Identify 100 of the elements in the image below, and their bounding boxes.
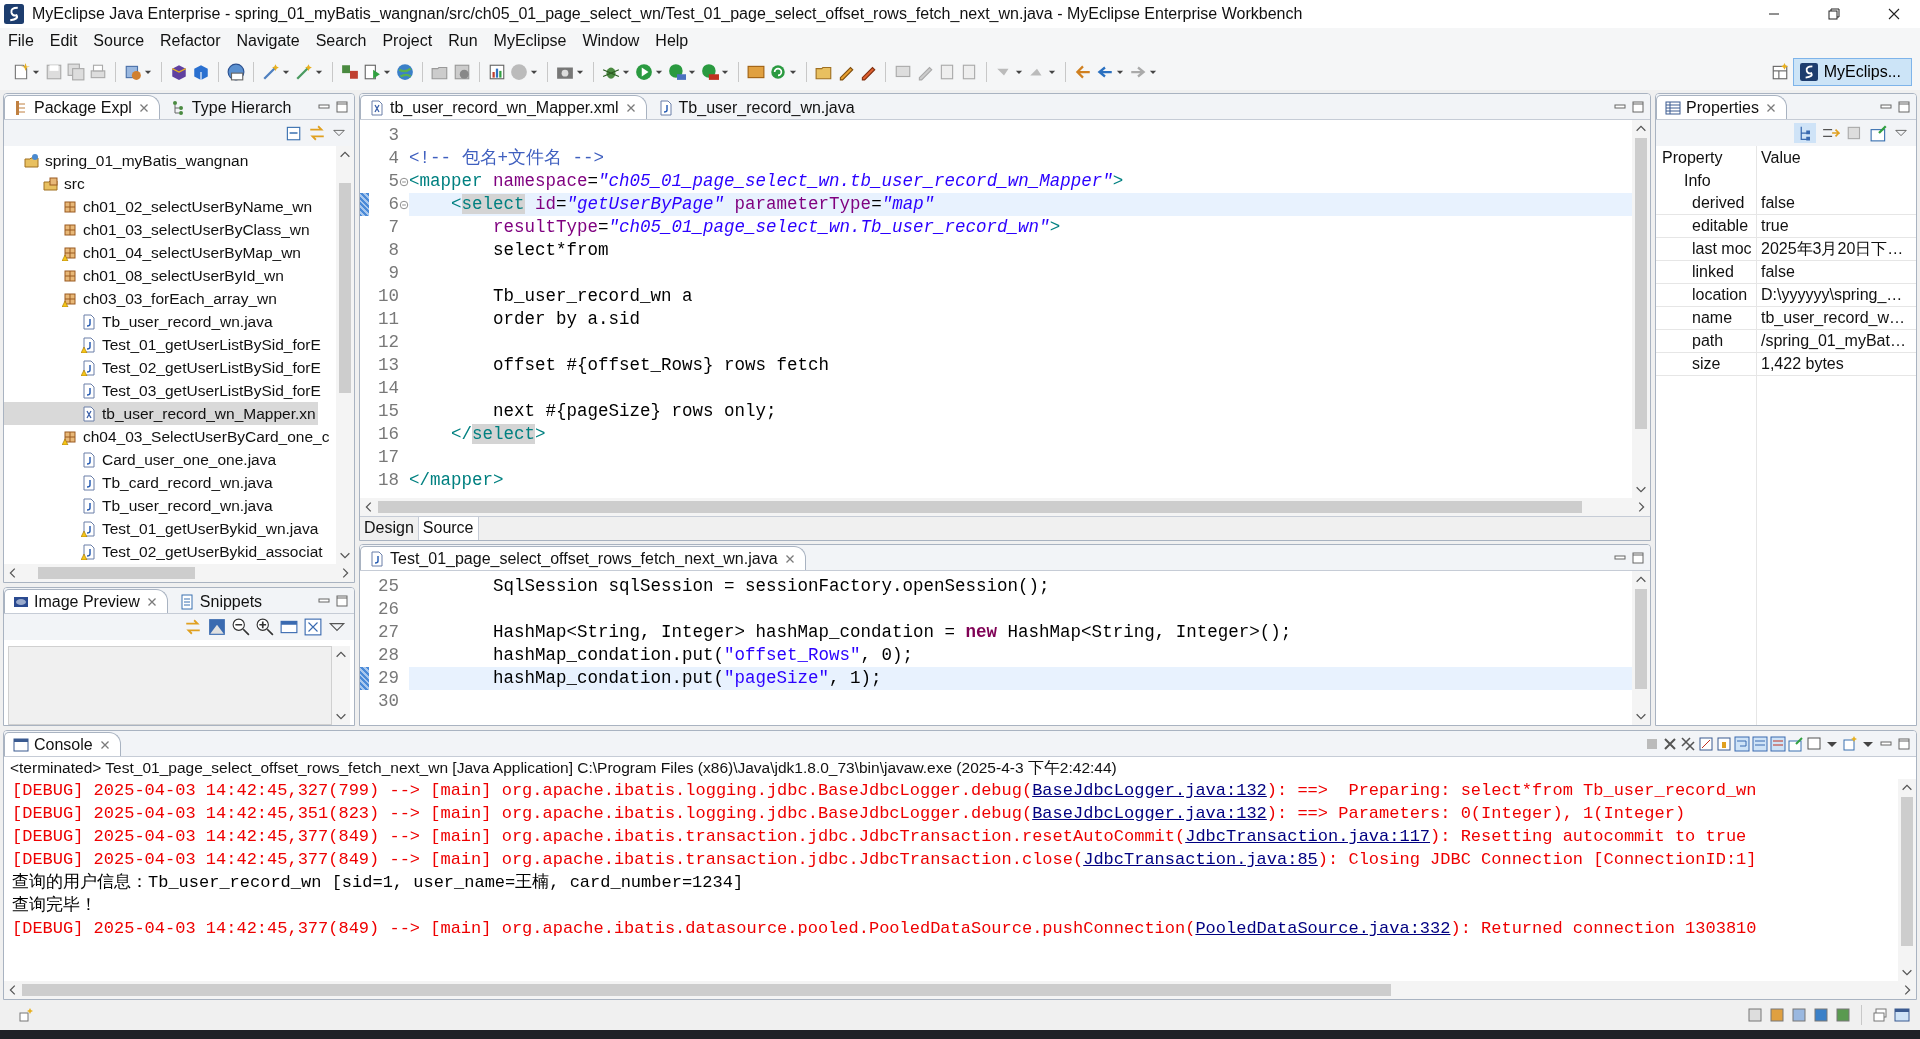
tab[interactable]: Image Preview <box>4 589 168 613</box>
clear-console-icon[interactable] <box>1698 735 1714 752</box>
horizontal-scrollbar[interactable] <box>4 564 354 582</box>
menu-item[interactable]: Refactor <box>160 32 221 50</box>
fit-icon[interactable] <box>304 618 322 636</box>
horizontal-scrollbar[interactable] <box>360 498 1650 516</box>
categories-icon[interactable] <box>1794 123 1816 143</box>
tree-item[interactable]: src <box>4 172 87 195</box>
maximize-icon[interactable] <box>1630 549 1646 566</box>
tree-item[interactable]: Tb_user_record_wn.java <box>4 494 275 517</box>
tree-item[interactable]: Tb_user_record_wn.java <box>4 310 275 333</box>
menu-item[interactable]: Search <box>315 32 367 50</box>
zoom-out-icon[interactable] <box>232 618 250 636</box>
vertical-scrollbar[interactable] <box>1898 779 1916 981</box>
deploy-run-icon[interactable] <box>363 63 381 81</box>
menu-item[interactable]: Edit <box>49 32 78 50</box>
wand-icon[interactable] <box>262 63 280 81</box>
source-link[interactable]: JdbcTransaction.java:117 <box>1185 827 1431 846</box>
tree-item[interactable]: Test_03_getUserListBySid_forE <box>4 379 323 402</box>
console-icon <box>13 736 29 753</box>
tab[interactable]: Snippets <box>169 589 272 613</box>
menu-item[interactable]: Window <box>582 32 640 50</box>
cube-icon[interactable] <box>170 63 188 81</box>
snippet-icon <box>178 593 195 610</box>
close-window-icon[interactable] <box>1886 6 1902 22</box>
pin-icon[interactable] <box>1870 124 1888 142</box>
back-arrow-icon[interactable] <box>1074 63 1092 81</box>
tree-item[interactable]: Card_user_one_one.java <box>4 448 279 471</box>
tree-item[interactable]: ch01_04_selectUserByMap_wn <box>4 241 303 264</box>
actual-size-icon[interactable] <box>280 618 298 636</box>
print-icon[interactable] <box>89 63 107 81</box>
fold-icon[interactable] <box>399 199 409 210</box>
tree-item[interactable]: ch01_08_selectUserById_wn <box>4 264 286 287</box>
code-line: offset #{offset_Rows} rows fetch <box>492 354 831 377</box>
maximize-icon[interactable] <box>1896 735 1912 752</box>
tab[interactable]: Properties <box>1656 95 1787 119</box>
maximize-icon[interactable] <box>1630 98 1646 115</box>
source-link[interactable]: JdbcTransaction.java:85 <box>1083 850 1318 869</box>
maximize-icon[interactable] <box>1896 98 1912 115</box>
new-file-icon[interactable] <box>12 63 30 81</box>
tab[interactable]: Console <box>4 732 121 756</box>
vertical-scrollbar[interactable] <box>1632 571 1650 725</box>
pin-icon[interactable] <box>1788 735 1804 752</box>
tab[interactable]: tb_user_record_wn_Mapper.xml <box>360 95 647 119</box>
box-icon[interactable] <box>192 63 210 81</box>
show-stderr-icon[interactable] <box>1770 735 1786 752</box>
horizontal-scrollbar[interactable] <box>4 981 1916 999</box>
scroll-lock-icon[interactable] <box>1716 735 1732 752</box>
console-icon[interactable] <box>1894 1007 1910 1023</box>
document-icon <box>81 474 97 491</box>
tab[interactable]: Tb_user_record_wn.java <box>648 95 864 119</box>
zoom-in-icon[interactable] <box>256 618 274 636</box>
image-icon[interactable] <box>208 618 226 636</box>
open-perspective-icon[interactable] <box>1770 63 1789 81</box>
line-number: 5 <box>388 170 399 193</box>
show-stdout-icon[interactable] <box>1752 735 1768 752</box>
word-wrap-icon[interactable] <box>1734 735 1750 752</box>
restore-window-icon[interactable] <box>1826 6 1842 22</box>
remove-all-icon[interactable] <box>1680 735 1696 752</box>
source-link[interactable]: PooledDataSource.java:332 <box>1195 919 1451 938</box>
tab[interactable]: Test_01_page_select_offset_rows_fetch_next_wn.java <box>360 546 806 570</box>
menu-item[interactable]: Run <box>448 32 478 50</box>
tree-item[interactable]: Test_01_getUserBykid_wn.java <box>4 517 321 540</box>
tree-item[interactable]: ch04_03_SelectUserByCard_one_c <box>4 425 332 448</box>
column-header[interactable]: Property <box>1656 146 1756 169</box>
menu-item[interactable]: Project <box>382 32 433 50</box>
menu-item[interactable]: Navigate <box>236 32 300 50</box>
chart-icon[interactable] <box>488 63 506 81</box>
collapse-all-icon[interactable] <box>284 124 302 142</box>
tree-item[interactable]: Test_01_getUserListBySid_forE <box>4 333 323 356</box>
tab[interactable]: Package Expl <box>4 95 160 119</box>
remove-launch-icon[interactable] <box>1662 735 1678 752</box>
column-header[interactable]: Value <box>1756 146 1916 169</box>
tree-item[interactable]: Tb_card_record_wn.java <box>4 471 275 494</box>
perspective-button[interactable]: MyEclips... <box>1792 58 1912 86</box>
maximize-icon[interactable] <box>334 592 350 609</box>
maximize-icon[interactable] <box>334 98 350 115</box>
globe-badge-icon[interactable] <box>227 63 245 81</box>
tab[interactable]: Design <box>360 517 419 540</box>
source-link[interactable]: BaseJdbcLogger.java:132 <box>1032 804 1267 823</box>
tab[interactable]: Type Hierarch <box>161 95 301 119</box>
tree-item[interactable]: spring_01_myBatis_wangnan <box>4 149 251 172</box>
vertical-scrollbar[interactable] <box>332 646 350 725</box>
tree-item[interactable]: ch03_03_forEach_array_wn <box>4 287 279 310</box>
tree-item[interactable]: ch01_02_selectUserByName_wn <box>4 195 315 218</box>
menu-item[interactable]: File <box>8 32 34 50</box>
menu-item[interactable]: Source <box>93 32 145 50</box>
source-link[interactable]: BaseJdbcLogger.java:132 <box>1032 781 1267 800</box>
menu-item[interactable]: MyEclipse <box>493 32 567 50</box>
tree-item[interactable]: tb_user_record_wn_Mapper.xn <box>4 402 318 425</box>
code-line: hashMap_condation.put("offset_Rows", 0); <box>492 644 915 667</box>
tree-item[interactable]: Test_02_getUserListBySid_forE <box>4 356 323 379</box>
tree-item[interactable]: ch01_03_selectUserByClass_wn <box>4 218 312 241</box>
tab[interactable]: Source <box>418 517 479 540</box>
fold-icon[interactable] <box>399 176 409 187</box>
vertical-scrollbar[interactable] <box>1632 120 1650 498</box>
tree-item[interactable]: Test_02_getUserBykid_associat <box>4 540 325 563</box>
menu-item[interactable]: Help <box>655 32 689 50</box>
refresh-icon[interactable] <box>769 63 787 81</box>
run-icon[interactable] <box>635 63 653 81</box>
